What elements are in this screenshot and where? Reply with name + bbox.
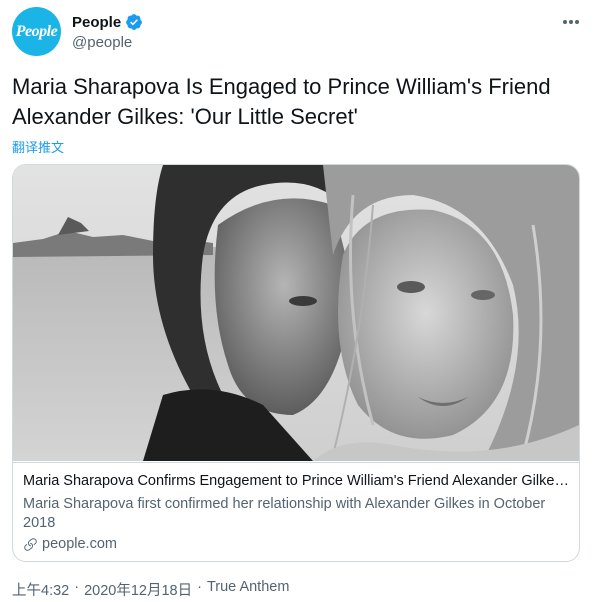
tweet: People People @people Maria Sharapova Is… xyxy=(0,0,595,602)
tweet-time[interactable]: 上午4:32 xyxy=(12,579,69,600)
tweet-date[interactable]: 2020年12月18日 xyxy=(84,579,192,600)
card-domain[interactable]: people.com xyxy=(42,536,117,552)
meta-separator: · xyxy=(197,579,202,595)
translate-tweet-link[interactable]: 翻译推文 xyxy=(12,137,64,156)
tweet-meta: 上午4:32 · 2020年12月18日 · True Anthem xyxy=(12,579,289,600)
card-title[interactable]: Maria Sharapova Confirms Engagement to P… xyxy=(23,473,571,489)
tweet-source[interactable]: True Anthem xyxy=(207,579,289,600)
card-body[interactable]: Maria Sharapova Confirms Engagement to P… xyxy=(13,462,579,561)
display-name[interactable]: People xyxy=(72,14,121,31)
card-domain-row: people.com xyxy=(23,536,117,552)
card-description: Maria Sharapova first confirmed her rela… xyxy=(23,496,546,531)
link-icon xyxy=(23,537,38,552)
meta-separator: · xyxy=(74,579,80,595)
handle[interactable]: @people xyxy=(72,34,132,51)
link-card[interactable]: Maria Sharapova Confirms Engagement to P… xyxy=(12,164,580,562)
more-options-icon[interactable] xyxy=(561,12,581,32)
tweet-text: Maria Sharapova Is Engaged to Prince Wil… xyxy=(12,74,551,129)
avatar-logo-text: People xyxy=(15,22,58,40)
verified-badge-icon xyxy=(125,13,143,31)
avatar[interactable]: People xyxy=(12,7,61,56)
name-row: People xyxy=(72,13,143,31)
card-image[interactable] xyxy=(13,165,579,461)
